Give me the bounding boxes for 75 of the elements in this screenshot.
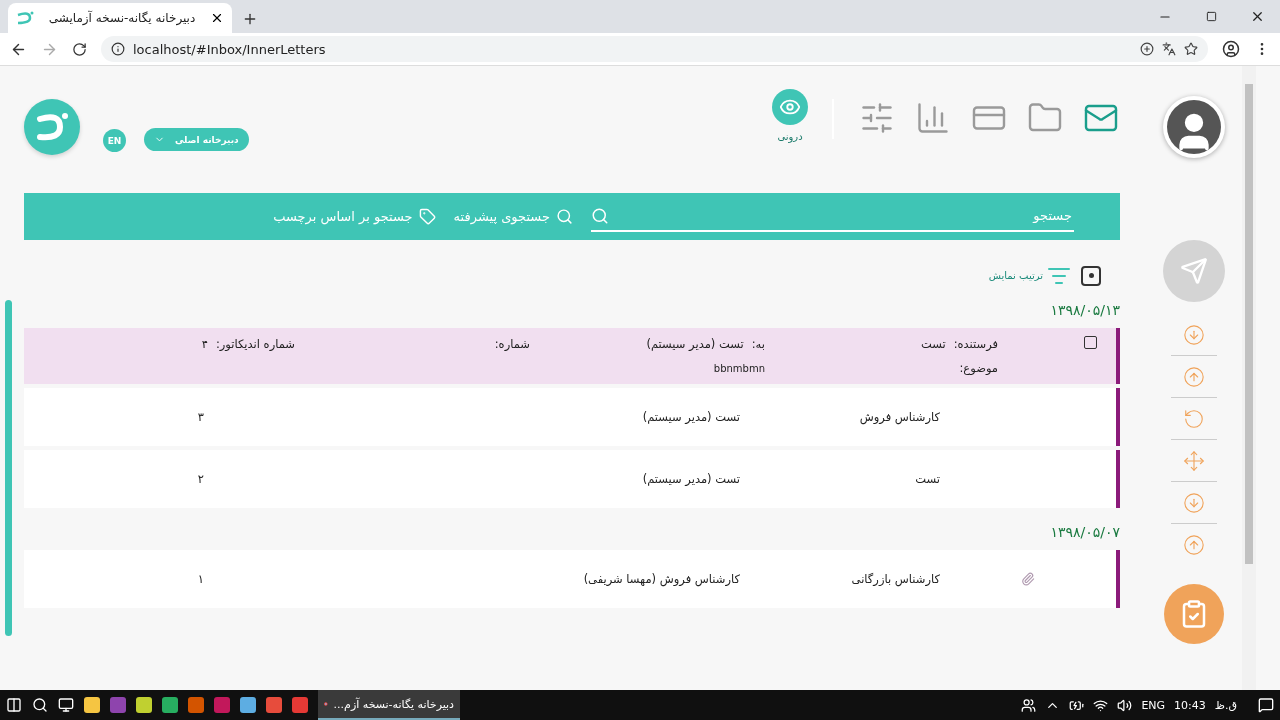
download-icon (1183, 323, 1205, 346)
recipient-text: تست (مدیر سیستم) (641, 410, 740, 424)
sort-button[interactable]: ترتیب نمایش (988, 263, 1071, 288)
reload-icon[interactable] (72, 41, 87, 57)
search-icon (591, 206, 609, 225)
letter-row[interactable]: کارشناس بازرگانی کارشناس فروش (مهسا شریفی) ۱ (24, 550, 1120, 608)
recipient-text: کارشناس فروش (مهسا شریفی) (582, 572, 740, 586)
indicator-text: شماره اندیکاتور: ۴ (200, 337, 295, 351)
browser-task-button[interactable]: دبیرخانه یگانه-نسخه آزم... (318, 690, 460, 720)
translate-icon[interactable] (1162, 42, 1176, 56)
letter-checkbox[interactable] (1084, 336, 1097, 349)
clock-time[interactable]: 10:43 (1174, 698, 1206, 712)
app-icon[interactable] (240, 697, 256, 713)
clipboard-button[interactable] (1164, 584, 1224, 644)
app-icon[interactable] (136, 697, 152, 713)
address-bar[interactable]: localhost/#Inbox/InnerLetters (101, 36, 1208, 62)
clock-period[interactable]: ق.ظ (1214, 698, 1237, 712)
search-icon[interactable] (32, 697, 48, 713)
filters-icon (859, 100, 895, 136)
start-icon[interactable] (6, 697, 22, 713)
user-avatar[interactable] (1163, 96, 1225, 158)
chart-icon (915, 100, 951, 136)
search-icon (556, 208, 573, 225)
indicator-text: ۲ (196, 472, 205, 486)
scrollbar[interactable] (1242, 66, 1256, 690)
view-button[interactable] (772, 89, 808, 125)
profile-icon[interactable] (1222, 40, 1240, 58)
notification-icon[interactable] (1258, 697, 1274, 713)
url-text: localhost/#Inbox/InnerLetters (133, 41, 327, 57)
date-heading: ۱۳۹۸/۰۵/۰۷ (1049, 523, 1120, 542)
recipient-text: به: تست (مدیر سیستم) (645, 337, 765, 351)
recipient-text: تست (مدیر سیستم) (641, 472, 740, 486)
letter-row[interactable]: کارشناس فروش تست (مدیر سیستم) ۳ (24, 388, 1120, 446)
logo-icon (16, 11, 34, 25)
sender-text: کارشناس بازرگانی (850, 572, 940, 586)
subject-text: bbnmbmn (712, 362, 765, 374)
people-icon[interactable] (1021, 697, 1037, 713)
close-icon[interactable] (210, 11, 224, 25)
date-heading: ۱۳۹۸/۰۵/۱۳ (1049, 301, 1120, 320)
task-view-icon[interactable] (58, 697, 74, 713)
browser-tab[interactable]: دبیرخانه یگانه-نسخه آزمایشی (8, 3, 232, 33)
view-label: درونی (777, 131, 803, 142)
app-icon[interactable] (110, 697, 126, 713)
download-icon (1183, 491, 1205, 514)
select-all-toggle[interactable] (1081, 265, 1101, 286)
bookmark-icon[interactable] (1184, 42, 1198, 56)
app-icon[interactable] (292, 697, 308, 713)
indicator-text: ۱ (196, 572, 205, 586)
tag-icon (418, 208, 436, 225)
input-language[interactable]: ENG (1141, 698, 1166, 712)
undo-icon (1183, 407, 1205, 430)
app-icon[interactable] (162, 697, 178, 713)
maximize-icon[interactable] (1205, 11, 1217, 22)
app-icon[interactable] (266, 697, 282, 713)
indicator-text: ۳ (196, 410, 205, 424)
letter-row[interactable]: تست تست (مدیر سیستم) ۲ (24, 450, 1120, 508)
app-icon[interactable] (214, 697, 230, 713)
upload-icon (1183, 534, 1205, 556)
subject-label: موضوع: (958, 361, 998, 375)
upload-icon (1183, 365, 1205, 388)
number-label: شماره: (493, 337, 530, 351)
sender-text: فرستنده: تست (919, 337, 998, 351)
volume-icon[interactable] (1117, 697, 1133, 713)
sender-text: کارشناس فروش (858, 410, 940, 424)
app-icon[interactable] (84, 697, 100, 713)
zoom-icon[interactable] (1140, 42, 1154, 56)
tab-title: دبیرخانه یگانه-نسخه آزمایشی (47, 11, 197, 25)
move-icon (1183, 449, 1205, 472)
send-icon (1180, 257, 1208, 285)
app-icon[interactable] (188, 697, 204, 713)
logo-icon (34, 111, 70, 143)
new-tab-icon[interactable] (242, 11, 258, 27)
wifi-icon[interactable] (1093, 697, 1109, 713)
info-icon[interactable] (111, 42, 125, 56)
sender-text: تست (914, 472, 940, 486)
